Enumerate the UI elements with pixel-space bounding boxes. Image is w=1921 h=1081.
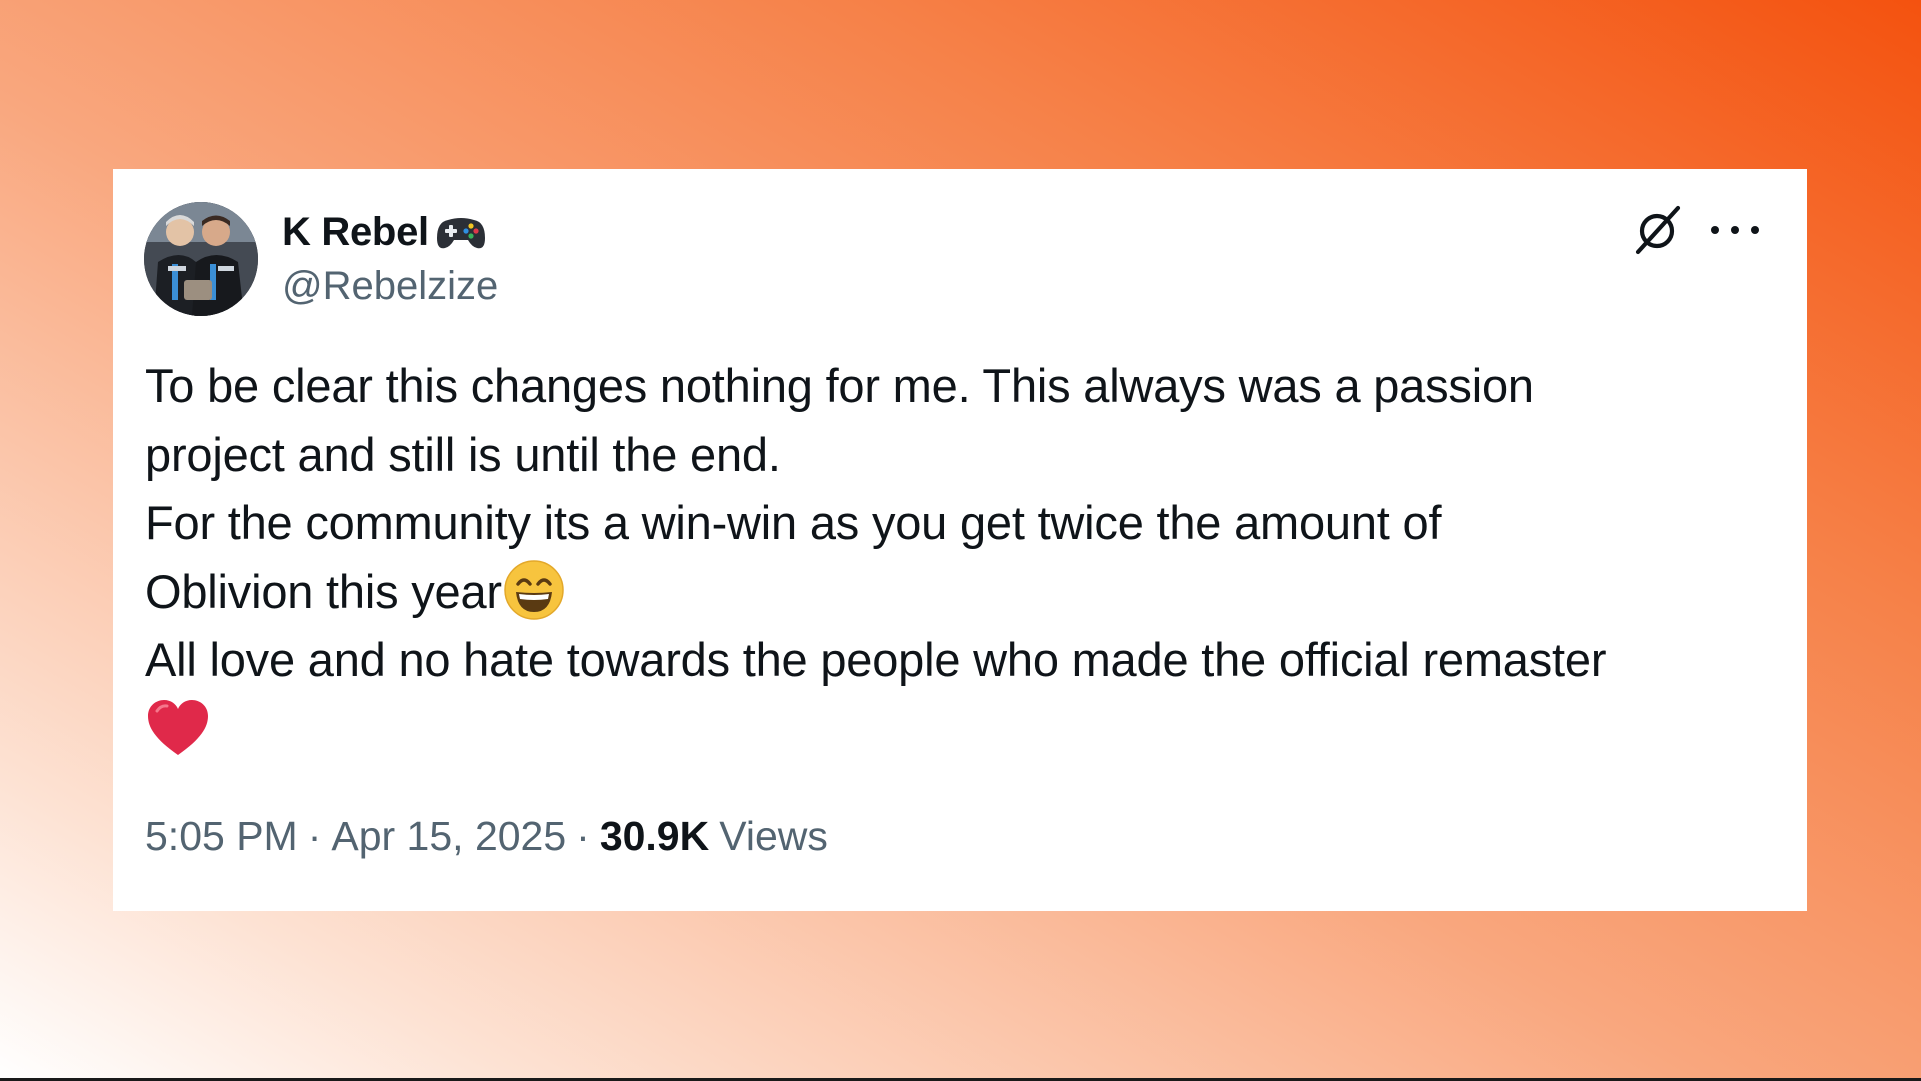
author-handle[interactable]: @Rebelzize bbox=[282, 264, 498, 309]
author-display-name[interactable]: K Rebel bbox=[282, 210, 429, 255]
heart-line bbox=[145, 695, 1785, 764]
post-text-line: All love and no hate towards the people … bbox=[145, 633, 1607, 686]
post-text-line: project and still is until the end. bbox=[145, 427, 781, 481]
post-date[interactable]: Apr 15, 2025 bbox=[331, 813, 566, 860]
post-text: To be clear this changes nothing for me.… bbox=[145, 352, 1785, 763]
author-name-row[interactable]: K Rebel bbox=[282, 207, 487, 257]
meta-separator: · bbox=[307, 813, 322, 859]
views-count[interactable]: 30.9K bbox=[600, 813, 709, 860]
post-meta: 5:05 PM · Apr 15, 2025 · 30.9K Views bbox=[145, 813, 828, 860]
more-options-icon[interactable] bbox=[1711, 215, 1759, 245]
post-card: K Rebel @Rebelzize To be clear this chan… bbox=[113, 169, 1807, 911]
post-time[interactable]: 5:05 PM bbox=[145, 813, 298, 860]
views-label[interactable]: Views bbox=[719, 813, 828, 860]
grok-icon[interactable] bbox=[1631, 203, 1685, 257]
post-text-line: For the community its a win-win as you g… bbox=[145, 496, 1442, 549]
meta-separator: · bbox=[576, 813, 590, 859]
avatar[interactable] bbox=[144, 202, 258, 316]
red-heart-icon bbox=[147, 699, 209, 776]
post-text-line-with-emoji: Oblivion this year bbox=[145, 558, 1785, 627]
post-text-line: Oblivion this year bbox=[145, 564, 502, 618]
post-text-line: To be clear this changes nothing for me.… bbox=[145, 359, 1534, 412]
gamepad-icon bbox=[435, 212, 487, 252]
